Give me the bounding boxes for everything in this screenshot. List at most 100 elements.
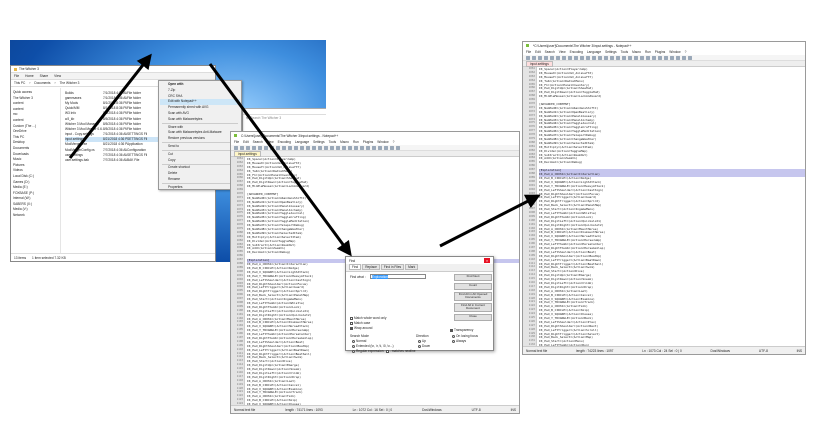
toolbar-button-icon[interactable] — [300, 145, 304, 150]
context-menu-item[interactable]: Properties — [160, 185, 240, 191]
toolbar-button-icon[interactable] — [288, 145, 292, 150]
menu-file[interactable]: File — [234, 140, 239, 144]
search-box[interactable]: ⚲ Search The Witcher 3 — [243, 115, 326, 121]
toolbar-button-icon[interactable] — [646, 55, 650, 60]
context-menu-item[interactable]: Send to — [160, 144, 240, 150]
menu-run[interactable]: Run — [353, 140, 359, 144]
find-next-button[interactable]: Find Next — [454, 274, 492, 281]
toolbar-button-icon[interactable] — [670, 55, 674, 60]
toolbar-button-icon[interactable] — [336, 145, 340, 150]
toolbar-button-icon[interactable] — [264, 145, 268, 150]
menu-encoding[interactable]: Encoding — [278, 140, 291, 144]
npp2-editor[interactable]: 1061 1062 1063 1064 1065 1066 1067 1068 1069 1070… — [523, 67, 805, 346]
toolbar-button-icon[interactable] — [312, 145, 316, 150]
ribbon-tab-share[interactable]: Share — [40, 74, 49, 78]
mode-extended-radio[interactable]: Extended (\n, \r, \t, \0, \x...) — [352, 344, 394, 348]
toolbar-button-icon[interactable] — [664, 55, 668, 60]
context-menu-item[interactable]: Restore previous versions — [160, 136, 240, 142]
toolbar-button-icon[interactable] — [574, 55, 578, 60]
toolbar-button-icon[interactable] — [252, 145, 256, 150]
menu-macro[interactable]: Macro — [340, 140, 349, 144]
toolbar-button-icon[interactable] — [604, 55, 608, 60]
menu-settings[interactable]: Settings — [313, 140, 325, 144]
context-menu-item[interactable]: Copy — [160, 158, 240, 164]
find-all-opened-button[interactable]: Find All in All Opened Documents — [454, 292, 492, 301]
direction-down-radio[interactable]: Down — [418, 344, 430, 348]
toolbar-button-icon[interactable] — [568, 55, 572, 60]
toolbar-button-icon[interactable] — [276, 145, 280, 150]
toolbar-button-icon[interactable] — [586, 55, 590, 60]
toolbar-button-icon[interactable] — [270, 145, 274, 150]
toolbar-button-icon[interactable] — [360, 145, 364, 150]
find-tab-find-in-files[interactable]: Find in Files — [380, 264, 405, 270]
toolbar-button-icon[interactable] — [330, 145, 334, 150]
breadcrumb-item[interactable]: This PC — [14, 81, 25, 85]
mode-normal-radio[interactable]: Normal — [352, 339, 366, 343]
npp2-code[interactable]: IK_Space=(Action=PlayerJump) IK_MouseX=(A… — [539, 67, 805, 346]
toolbar-button-icon[interactable] — [246, 145, 250, 150]
menu-window[interactable]: Window — [377, 140, 388, 144]
menu-file[interactable]: File — [526, 50, 531, 54]
menu-macro[interactable]: Macro — [632, 50, 641, 54]
toolbar-button-icon[interactable] — [556, 55, 560, 60]
menu-help[interactable]: ? — [685, 50, 687, 54]
menu-help[interactable]: ? — [393, 140, 395, 144]
menu-language[interactable]: Language — [587, 50, 601, 54]
ribbon-tab-file[interactable]: File — [14, 74, 19, 78]
toolbar-button-icon[interactable] — [622, 55, 626, 60]
toolbar-button-icon[interactable] — [240, 145, 244, 150]
toolbar-button-icon[interactable] — [580, 55, 584, 60]
close-icon[interactable]: × — [484, 258, 490, 263]
menu-settings[interactable]: Settings — [605, 50, 617, 54]
toolbar-button-icon[interactable] — [652, 55, 656, 60]
toolbar-button-icon[interactable] — [676, 55, 680, 60]
menu-language[interactable]: Language — [295, 140, 309, 144]
direction-up-radio[interactable]: Up — [418, 339, 426, 343]
menu-tools[interactable]: Tools — [621, 50, 628, 54]
mode-regex-radio[interactable]: Regular expression — [352, 349, 383, 353]
toolbar-button-icon[interactable] — [658, 55, 662, 60]
toolbar-button-icon[interactable] — [592, 55, 596, 60]
always-radio[interactable]: Always — [452, 339, 466, 343]
menu-search[interactable]: Search — [253, 140, 263, 144]
toolbar-button-icon[interactable] — [390, 145, 394, 150]
menu-plugins[interactable]: Plugins — [363, 140, 373, 144]
npp1-tab[interactable]: input.settings — [234, 150, 261, 157]
breadcrumb-item[interactable]: Documents — [34, 81, 50, 85]
toolbar-button-icon[interactable] — [378, 145, 382, 150]
toolbar-button-icon[interactable] — [688, 55, 692, 60]
transparency-checkbox[interactable]: Transparency — [450, 328, 473, 332]
menu-window[interactable]: Window — [669, 50, 680, 54]
find-tab-find[interactable]: Find — [349, 264, 362, 270]
context-menu-item[interactable]: Rename — [160, 177, 240, 183]
toolbar-button-icon[interactable] — [234, 145, 238, 150]
toolbar-button-icon[interactable] — [294, 145, 298, 150]
toolbar-button-icon[interactable] — [258, 145, 262, 150]
toolbar-button-icon[interactable] — [550, 55, 554, 60]
context-menu-item[interactable]: Scan with Malwarebytes — [160, 117, 240, 123]
menu-plugins[interactable]: Plugins — [655, 50, 665, 54]
toolbar-button-icon[interactable] — [562, 55, 566, 60]
find-tab-mark[interactable]: Mark — [405, 264, 419, 270]
nav-item[interactable]: Network — [13, 213, 58, 219]
find-close-button[interactable]: Close — [454, 314, 492, 321]
toolbar-button-icon[interactable] — [598, 55, 602, 60]
toolbar-button-icon[interactable] — [306, 145, 310, 150]
ribbon-tab-home[interactable]: Home — [25, 74, 34, 78]
on-losing-focus-radio[interactable]: On losing focus — [452, 334, 478, 338]
toolbar-button-icon[interactable] — [354, 145, 358, 150]
menu-edit[interactable]: Edit — [535, 50, 541, 54]
toolbar-button-icon[interactable] — [526, 55, 530, 60]
count-button[interactable]: Count — [454, 283, 492, 290]
toolbar-button-icon[interactable] — [372, 145, 376, 150]
find-tab-replace[interactable]: Replace — [362, 264, 380, 270]
breadcrumb-item[interactable]: The Witcher 3 — [60, 81, 80, 85]
toolbar-button-icon[interactable] — [366, 145, 370, 150]
menu-view[interactable]: View — [267, 140, 274, 144]
toolbar-button-icon[interactable] — [634, 55, 638, 60]
menu-search[interactable]: Search — [545, 50, 555, 54]
menu-encoding[interactable]: Encoding — [570, 50, 583, 54]
toolbar-button-icon[interactable] — [610, 55, 614, 60]
toolbar-button-icon[interactable] — [318, 145, 322, 150]
toolbar-button-icon[interactable] — [544, 55, 548, 60]
